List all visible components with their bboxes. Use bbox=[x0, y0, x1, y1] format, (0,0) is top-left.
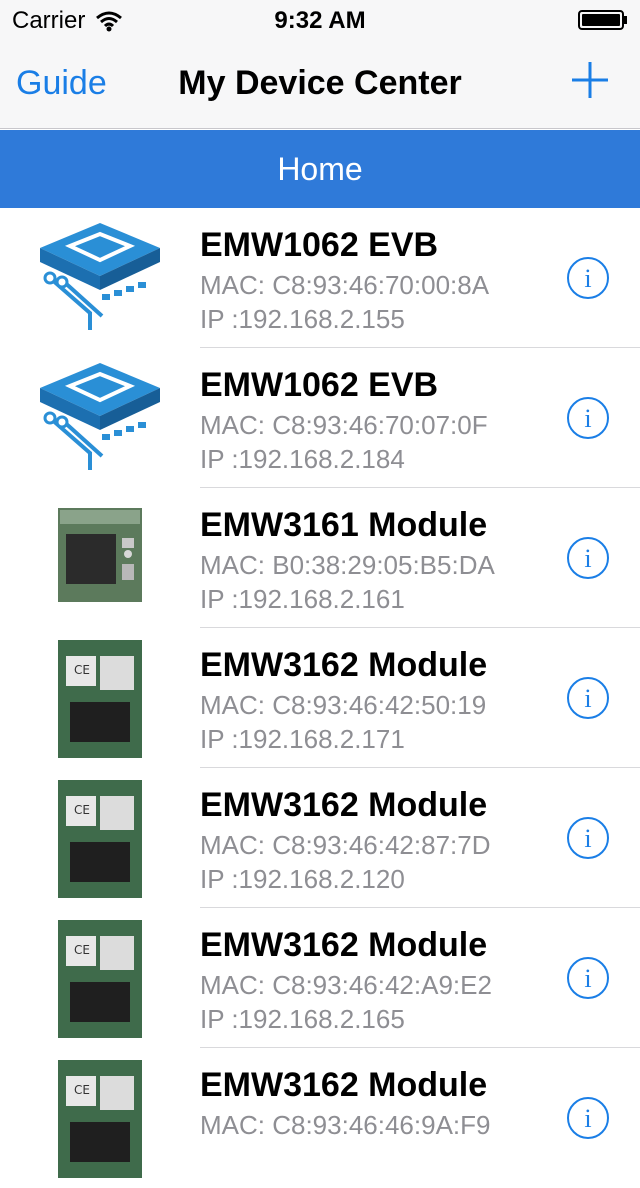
section-header-home: Home bbox=[0, 130, 640, 208]
device-row[interactable]: CE EMW3162 Module MAC: C8:93:46:42:87:7D… bbox=[0, 768, 640, 908]
device-row[interactable]: EMW1062 EVB MAC: C8:93:46:70:00:8A IP :1… bbox=[0, 208, 640, 348]
svg-text:i: i bbox=[584, 544, 591, 573]
svg-text:i: i bbox=[584, 684, 591, 713]
svg-text:CE: CE bbox=[74, 1083, 90, 1097]
info-icon[interactable]: i bbox=[566, 956, 610, 1000]
device-ip: IP :192.168.2.165 bbox=[200, 1004, 405, 1034]
info-icon[interactable]: i bbox=[566, 1096, 610, 1140]
plus-icon[interactable] bbox=[570, 60, 610, 100]
svg-text:i: i bbox=[584, 1104, 591, 1133]
module-square-icon bbox=[58, 508, 142, 602]
device-mac: MAC: B0:38:29:05:B5:DA bbox=[200, 550, 495, 580]
device-name: EMW3162 Module bbox=[200, 926, 488, 964]
svg-text:CE: CE bbox=[74, 803, 90, 817]
info-icon[interactable]: i bbox=[566, 816, 610, 860]
status-bar: Carrier 9:32 AM bbox=[0, 0, 640, 40]
svg-text:CE: CE bbox=[74, 943, 90, 957]
device-row[interactable]: CE EMW3162 Module MAC: C8:93:46:46:9A:F9… bbox=[0, 1048, 640, 1188]
device-name: EMW3162 Module bbox=[200, 646, 488, 684]
device-row[interactable]: EMW3161 Module MAC: B0:38:29:05:B5:DA IP… bbox=[0, 488, 640, 628]
svg-text:i: i bbox=[584, 824, 591, 853]
device-ip: IP :192.168.2.161 bbox=[200, 584, 405, 614]
info-icon[interactable]: i bbox=[566, 256, 610, 300]
device-mac: MAC: C8:93:46:42:50:19 bbox=[200, 690, 487, 720]
device-ip: IP :192.168.2.155 bbox=[200, 304, 405, 334]
device-ip: IP :192.168.2.171 bbox=[200, 724, 405, 754]
status-time: 9:32 AM bbox=[274, 7, 366, 34]
device-mac: MAC: C8:93:46:70:00:8A bbox=[200, 270, 490, 300]
device-mac: MAC: C8:93:46:46:9A:F9 bbox=[200, 1110, 491, 1140]
device-name: EMW3162 Module bbox=[200, 786, 488, 824]
device-name: EMW3162 Module bbox=[200, 1066, 488, 1104]
device-ip: IP :192.168.2.120 bbox=[200, 864, 405, 894]
info-icon[interactable]: i bbox=[566, 676, 610, 720]
device-mac: MAC: C8:93:46:42:A9:E2 bbox=[200, 970, 492, 1000]
module-board-icon: CE bbox=[58, 1060, 142, 1178]
device-mac: MAC: C8:93:46:70:07:0F bbox=[200, 410, 488, 440]
device-name: EMW1062 EVB bbox=[200, 226, 439, 264]
device-mac: MAC: C8:93:46:42:87:7D bbox=[200, 830, 491, 860]
device-row[interactable]: CE EMW3162 Module MAC: C8:93:46:42:50:19… bbox=[0, 628, 640, 768]
info-icon[interactable]: i bbox=[566, 536, 610, 580]
module-board-icon: CE bbox=[58, 920, 142, 1038]
device-list: EMW1062 EVB MAC: C8:93:46:70:00:8A IP :1… bbox=[0, 208, 640, 1188]
device-ip: IP :192.168.2.184 bbox=[200, 444, 405, 474]
navigation-bar: Guide My Device Center bbox=[0, 40, 640, 129]
svg-text:i: i bbox=[584, 964, 591, 993]
svg-text:i: i bbox=[584, 264, 591, 293]
module-board-icon: CE bbox=[58, 640, 142, 758]
device-name: EMW3161 Module bbox=[200, 506, 488, 544]
battery-icon bbox=[578, 10, 627, 30]
svg-text:CE: CE bbox=[74, 663, 90, 677]
info-icon[interactable]: i bbox=[566, 396, 610, 440]
module-board-icon: CE bbox=[58, 780, 142, 898]
device-row[interactable]: CE EMW3162 Module MAC: C8:93:46:42:A9:E2… bbox=[0, 908, 640, 1048]
chip-icon bbox=[40, 363, 160, 470]
device-name: EMW1062 EVB bbox=[200, 366, 439, 404]
device-row[interactable]: EMW1062 EVB MAC: C8:93:46:70:07:0F IP :1… bbox=[0, 348, 640, 488]
page-title: My Device Center bbox=[178, 64, 462, 102]
chip-icon bbox=[40, 223, 160, 330]
svg-text:i: i bbox=[584, 404, 591, 433]
